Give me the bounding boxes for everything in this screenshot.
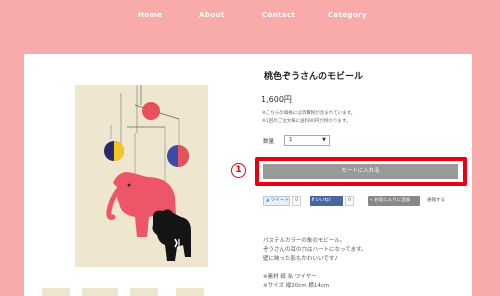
- add-favorite-button[interactable]: « お気に入りに追加: [368, 196, 420, 206]
- product-price: 1,600円: [261, 95, 292, 104]
- size-spec: ※サイズ 縦20cm 横14cm: [263, 283, 330, 289]
- material-spec: ※素材 紙 糸 ワイヤー: [263, 274, 317, 280]
- thumbnail-image[interactable]: [130, 288, 158, 296]
- tweet-count: 0: [292, 196, 301, 206]
- top-navigation: Home About Contact Category: [0, 11, 500, 23]
- description-line: パステルカラーの象のモビール。: [263, 238, 346, 244]
- add-to-cart-button[interactable]: カートに入れる: [263, 164, 458, 179]
- tweet-label: ツイート: [270, 198, 289, 203]
- tax-note: ※こちらの価格には消費税が含まれています。: [262, 111, 356, 116]
- thumbnail-image[interactable]: [42, 288, 70, 296]
- quantity-select[interactable]: 1 ▼: [284, 135, 330, 146]
- thumbnail-image[interactable]: [176, 288, 204, 296]
- nav-about[interactable]: About: [199, 11, 225, 19]
- like-label: いいね！: [315, 198, 334, 203]
- nav-category[interactable]: Category: [328, 11, 367, 19]
- favorite-label: お気に入りに追加: [374, 198, 411, 203]
- facebook-icon: f: [312, 198, 314, 203]
- like-count: 0: [345, 196, 354, 206]
- nav-contact[interactable]: Contact: [262, 11, 295, 19]
- report-link[interactable]: 通報する: [427, 196, 445, 206]
- bird-icon: ▲: [266, 198, 270, 203]
- shipping-note: ※1回のご注文毎に送料80円が掛かります。: [262, 119, 351, 124]
- annotation-number-marker: 1: [231, 163, 246, 178]
- facebook-like-button[interactable]: f いいね！: [310, 196, 343, 206]
- favorite-icon: «: [370, 198, 373, 203]
- product-image[interactable]: [75, 85, 208, 267]
- elephant-mobile-illustration: [104, 85, 191, 261]
- quantity-label: 数量: [263, 139, 275, 145]
- description-line: 壁に映った影もかわいいです♪: [263, 256, 338, 262]
- quantity-value: 1: [289, 137, 293, 143]
- description-line: ぞうさんの耳の穴はハートになってます。: [263, 247, 367, 253]
- product-title: 桃色ぞうさんのモビール: [264, 72, 364, 82]
- tweet-button[interactable]: ▲ ツイート: [263, 196, 290, 206]
- chevron-down-icon: ▼: [322, 137, 326, 143]
- nav-home[interactable]: Home: [138, 11, 162, 19]
- thumbnail-image[interactable]: [82, 288, 118, 296]
